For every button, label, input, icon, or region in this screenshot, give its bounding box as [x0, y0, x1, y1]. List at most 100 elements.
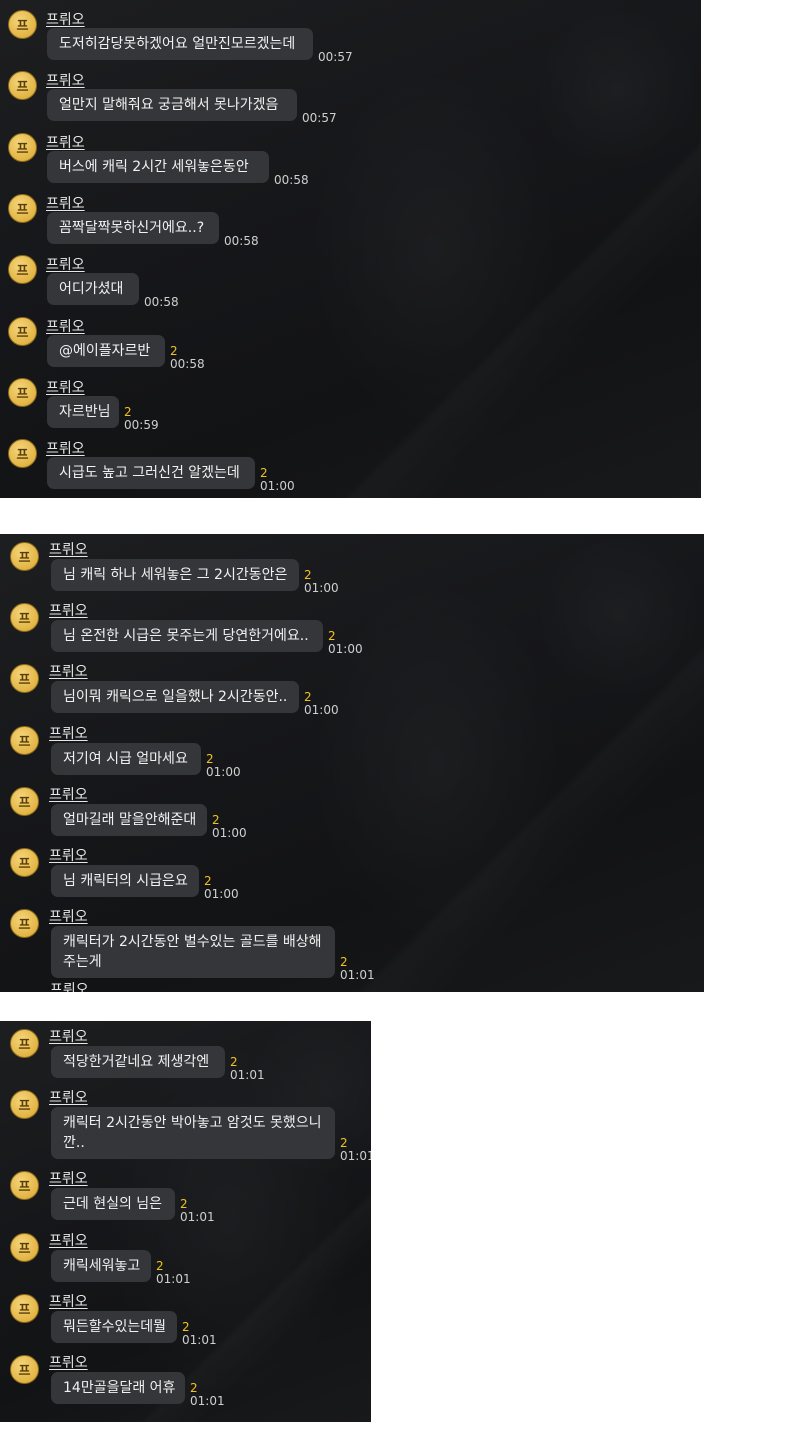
- message-meta: 2 01:00: [304, 569, 339, 595]
- unread-count-badge: 2: [206, 751, 214, 766]
- message-meta: 00:58: [274, 172, 309, 187]
- sender-name[interactable]: 프뤼오: [49, 1291, 88, 1311]
- profile-avatar-icon[interactable]: 프: [8, 71, 37, 101]
- profile-avatar-icon[interactable]: 프: [10, 848, 39, 877]
- profile-avatar-icon[interactable]: 프: [8, 255, 37, 285]
- avatar-glyph: 프: [18, 551, 31, 566]
- sender-name[interactable]: 프뤼오: [46, 70, 85, 90]
- message-timestamp: 00:57: [318, 50, 353, 64]
- sender-name[interactable]: 프뤼오: [49, 539, 88, 559]
- message-meta: 2 00:59: [124, 404, 159, 432]
- avatar-glyph: 프: [18, 918, 31, 934]
- message-timestamp: 01:01: [182, 1332, 217, 1347]
- profile-avatar-icon[interactable]: 프: [10, 786, 39, 816]
- profile-avatar-icon[interactable]: 프: [10, 1355, 39, 1384]
- sender-name[interactable]: 프뤼오: [49, 784, 88, 804]
- message-bubble[interactable]: @에이플자르반: [47, 334, 165, 367]
- message-bubble[interactable]: 얼마길래 말을안해준대: [51, 803, 207, 836]
- profile-avatar-icon[interactable]: 프: [10, 1232, 39, 1262]
- message-bubble[interactable]: 뭐든할수있는데뭘: [51, 1310, 177, 1343]
- sender-name[interactable]: 프뤼오: [46, 193, 85, 213]
- profile-avatar-icon[interactable]: 프: [10, 603, 39, 633]
- chat-panel-1[interactable]: 프 프뤼오 도저히감당못하겠어요 얼만진모르겠는데 00:57 프 프뤼오 얼만지 말해줘요…: [0, 0, 701, 498]
- profile-avatar-icon[interactable]: 프: [10, 1293, 39, 1323]
- message-bubble[interactable]: 자르반님: [47, 395, 119, 428]
- chat-panel-2[interactable]: 프뤼오 프 프뤼오 님 캐릭 하나 세워놓은 그 2시간동안은 2 01:00 프 프뤼오 님…: [0, 534, 704, 992]
- message-timestamp: 01:01: [156, 1271, 191, 1286]
- sender-name[interactable]: 프뤼오: [46, 438, 85, 458]
- sender-name[interactable]: 프뤼오: [46, 377, 85, 397]
- message-bubble[interactable]: 적당한거같네요 제생각엔: [51, 1046, 225, 1078]
- sender-name[interactable]: 프뤼오: [49, 906, 88, 926]
- sender-name[interactable]: 프뤼오: [46, 132, 85, 152]
- profile-avatar-icon[interactable]: 프: [8, 316, 37, 346]
- profile-avatar-icon[interactable]: 프: [10, 909, 39, 939]
- sender-name[interactable]: 프뤼오: [49, 1026, 88, 1046]
- profile-avatar-icon[interactable]: 프: [10, 542, 39, 571]
- sender-name[interactable]: 프뤼오: [49, 723, 88, 743]
- profile-avatar-icon[interactable]: 프: [10, 1090, 39, 1120]
- message-bubble[interactable]: 꼼짝달짝못하신거에요..?: [47, 211, 219, 244]
- message-timestamp: 00:58: [274, 172, 309, 187]
- profile-avatar-icon[interactable]: 프: [8, 193, 37, 223]
- profile-avatar-icon[interactable]: 프: [8, 439, 37, 469]
- avatar-glyph: 프: [18, 1364, 31, 1379]
- message-bubble[interactable]: 캐릭터가 2시간동안 벌수있는 골드를 배상해 주는게: [51, 926, 335, 979]
- profile-avatar-icon[interactable]: 프: [8, 10, 37, 39]
- message-bubble[interactable]: 님 온전한 시급은 못주는게 당연한거에요..: [51, 620, 323, 653]
- sender-name[interactable]: 프뤼오: [49, 845, 88, 865]
- message-timestamp: 01:01: [190, 1394, 225, 1408]
- sender-name[interactable]: 프뤼오: [49, 600, 88, 620]
- message-meta: 2 01:01: [190, 1382, 225, 1408]
- message-meta: 2 01:00: [260, 467, 295, 493]
- message-bubble[interactable]: 얼만지 말해줘요 궁금해서 못나가겠음: [47, 89, 297, 122]
- avatar-glyph: 프: [18, 1099, 31, 1115]
- message-timestamp: 01:01: [340, 968, 375, 983]
- avatar-glyph: 프: [18, 857, 31, 872]
- message-meta: 2 01:01: [230, 1056, 265, 1082]
- avatar-glyph: 프: [18, 795, 31, 811]
- partial-sender-name: 프뤼오: [50, 982, 89, 992]
- avatar-glyph: 프: [16, 141, 29, 157]
- message-meta: 00:57: [302, 112, 337, 125]
- message-bubble[interactable]: 근데 현실의 님은: [51, 1188, 175, 1221]
- sender-name[interactable]: 프뤼오: [49, 1352, 88, 1372]
- sender-name[interactable]: 프뤼오: [46, 254, 85, 274]
- avatar-glyph: 프: [18, 612, 31, 628]
- chat-panel-3[interactable]: 프 프뤼오 적당한거같네요 제생각엔 2 01:01 프 프뤼오 캐릭터 2시간동안 박아놓고…: [0, 1021, 371, 1422]
- message-bubble[interactable]: 님이뭐 캐릭으로 일을했나 2시간동안..: [51, 681, 299, 714]
- message-timestamp: 00:57: [302, 111, 337, 126]
- profile-avatar-icon[interactable]: 프: [8, 132, 37, 162]
- message-timestamp: 01:01: [340, 1149, 371, 1164]
- message-timestamp: 01:00: [328, 642, 363, 657]
- sender-name[interactable]: 프뤼오: [49, 1168, 88, 1188]
- profile-avatar-icon[interactable]: 프: [10, 725, 39, 755]
- message-bubble[interactable]: 도저히감당못하겠어요 얼만진모르겠는데: [47, 28, 313, 60]
- sender-name[interactable]: 프뤼오: [49, 1087, 88, 1107]
- sender-name[interactable]: 프뤼오: [49, 661, 88, 681]
- profile-avatar-icon[interactable]: 프: [10, 1029, 39, 1058]
- profile-avatar-icon[interactable]: 프: [10, 1171, 39, 1201]
- message-bubble[interactable]: 저기여 시급 얼마세요: [51, 742, 201, 775]
- unread-count-badge: 2: [124, 404, 132, 419]
- sender-name[interactable]: 프뤼오: [46, 9, 85, 29]
- message-timestamp: 01:01: [180, 1210, 215, 1225]
- message-bubble[interactable]: 시급도 높고 그러신건 알겠는데: [47, 457, 255, 490]
- message-timestamp: 00:59: [124, 417, 159, 432]
- message-bubble[interactable]: 님 캐릭 하나 세워놓은 그 2시간동안은: [51, 559, 299, 591]
- message-bubble[interactable]: 버스에 캐릭 2시간 세워놓은동안: [47, 150, 269, 183]
- profile-avatar-icon[interactable]: 프: [10, 664, 39, 694]
- message-bubble[interactable]: 어디가셨대: [47, 273, 139, 306]
- unread-count-badge: 2: [170, 343, 178, 358]
- message-bubble[interactable]: 캐릭터 2시간동안 박아놓고 암것도 못했으니 깐..: [51, 1107, 335, 1160]
- message-bubble[interactable]: 14만골을달래 어휴: [51, 1372, 185, 1404]
- avatar-glyph: 프: [16, 448, 29, 464]
- message-timestamp: 01:00: [304, 703, 339, 718]
- sender-name[interactable]: 프뤼오: [46, 316, 85, 336]
- message-bubble[interactable]: 님 캐릭터의 시급은요: [51, 865, 199, 897]
- message-bubble[interactable]: 캐릭세워놓고: [51, 1249, 151, 1282]
- message-meta: 2 01:00: [212, 813, 247, 840]
- sender-name[interactable]: 프뤼오: [49, 1230, 88, 1250]
- message-timestamp: 01:01: [230, 1068, 265, 1082]
- profile-avatar-icon[interactable]: 프: [8, 377, 37, 407]
